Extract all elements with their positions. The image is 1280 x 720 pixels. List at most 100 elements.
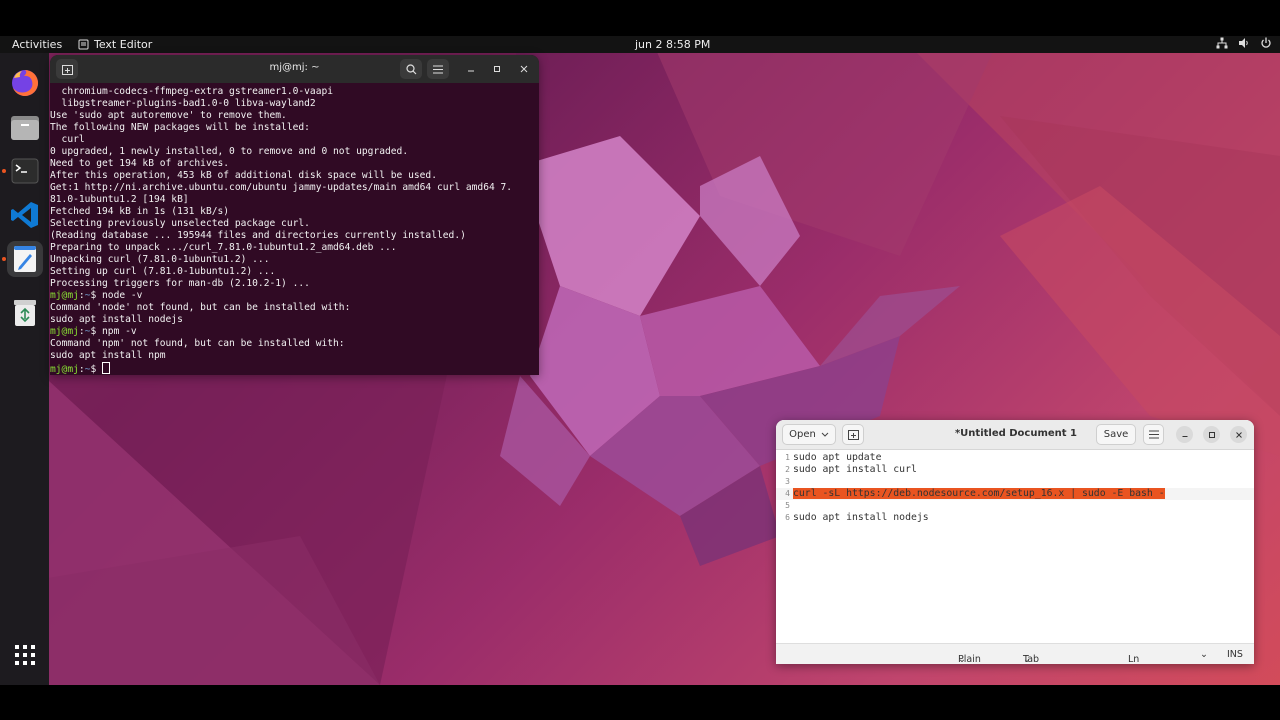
editor-minimize-button[interactable]: [1176, 426, 1193, 443]
terminal-command: npm -v: [102, 326, 137, 337]
network-icon: [1216, 37, 1228, 49]
terminal-line: mj@mj:~$ node -v: [50, 290, 539, 302]
vscode-icon: [11, 202, 38, 228]
editor-line[interactable]: 1 sudo apt update: [776, 452, 1254, 464]
open-button-label: Open: [789, 429, 816, 440]
terminal-line: Setting up curl (7.81.0-1ubuntu1.2) ...: [50, 266, 276, 277]
dock-firefox[interactable]: [7, 65, 43, 101]
terminal-prompt: mj@mj: [50, 364, 79, 375]
terminal-line: sudo apt install npm: [50, 350, 166, 361]
terminal-running-indicator: [2, 169, 6, 173]
position-chevron-down-icon[interactable]: ⌄: [1200, 649, 1208, 660]
trash-icon: [14, 300, 36, 326]
volume-icon: [1239, 38, 1248, 48]
close-icon: [520, 65, 528, 73]
terminal-line: Unpacking curl (7.81.0-1ubuntu1.2) ...: [50, 254, 270, 265]
editor-line[interactable]: 4 curl -sL https://deb.nodesource.com/set…: [776, 488, 1254, 500]
terminal-window[interactable]: mj@mj: ~ chromium-codecs-ffmpeg-extra gs…: [50, 55, 539, 375]
editor-close-button[interactable]: [1230, 426, 1247, 443]
line-number: 1: [785, 453, 790, 462]
files-icon: [11, 116, 39, 140]
editor-headerbar[interactable]: Open *Untitled Document 1 Save: [776, 420, 1254, 450]
app-menu[interactable]: Text Editor: [78, 38, 152, 51]
chevron-down-icon: ⌄: [958, 654, 966, 664]
line-number: 6: [785, 513, 790, 522]
terminal-icon: [11, 158, 39, 184]
terminal-titlebar[interactable]: mj@mj: ~: [50, 55, 539, 83]
insert-mode-indicator[interactable]: INS: [1227, 649, 1243, 660]
dock-terminal[interactable]: [7, 153, 43, 189]
editor-line[interactable]: 3: [776, 476, 1254, 488]
app-menu-label: Text Editor: [94, 38, 153, 51]
terminal-line: The following NEW packages will be insta…: [50, 122, 310, 133]
activities-button[interactable]: Activities: [12, 38, 62, 51]
terminal-maximize-button[interactable]: [486, 59, 508, 79]
maximize-icon: [1208, 431, 1215, 438]
terminal-search-button[interactable]: [400, 59, 422, 79]
editor-text-area[interactable]: 1 sudo apt update 2 sudo apt install curl 3 4…: [776, 450, 1254, 643]
hamburger-menu-icon: [433, 65, 443, 73]
terminal-line: Command 'node' not found, but can be ins…: [50, 302, 351, 313]
terminal-line: sudo apt install nodejs: [50, 314, 183, 325]
line-number: 3: [785, 477, 790, 486]
terminal-line: 0 upgraded, 1 newly installed, 0 to remo…: [50, 146, 409, 157]
terminal-minimize-button[interactable]: [460, 59, 482, 79]
show-apps-icon: [15, 645, 35, 665]
dock-trash[interactable]: [7, 295, 43, 331]
terminal-menu-button[interactable]: [427, 59, 449, 79]
terminal-line: libgstreamer-plugins-bad1.0-0 libva-wayl…: [50, 98, 316, 109]
terminal-close-button[interactable]: [513, 59, 535, 79]
dock-vscode[interactable]: [7, 197, 43, 233]
new-document-button[interactable]: [842, 424, 864, 445]
terminal-line: mj@mj:~$: [50, 362, 539, 375]
terminal-line: curl: [50, 134, 85, 145]
terminal-command: node -v: [102, 290, 143, 301]
minimize-icon: [1182, 435, 1187, 437]
prompt-symbol: $: [90, 326, 103, 337]
line-number: 4: [785, 489, 790, 498]
terminal-line: 81.0-1ubuntu1.2 [194 kB]: [50, 194, 189, 205]
terminal-prompt: mj@mj: [50, 290, 79, 301]
letterbox-bottom: [0, 685, 1280, 720]
text-editor-small-icon: [78, 39, 89, 50]
minimize-icon: [468, 70, 474, 72]
dock-files[interactable]: [7, 109, 43, 145]
editor-line[interactable]: 2 sudo apt install curl: [776, 464, 1254, 476]
power-icon: [1261, 37, 1271, 48]
clock[interactable]: jun 2 8:58 PM: [635, 38, 710, 51]
search-icon: [405, 63, 416, 74]
text-editor-icon: [14, 246, 36, 272]
maximize-icon: [494, 66, 500, 72]
terminal-line: (Reading database ... 195944 files and d…: [50, 230, 466, 241]
terminal-line: Get:1 http://ni.archive.ubuntu.com/ubunt…: [50, 182, 513, 193]
editor-line[interactable]: 6 sudo apt install nodejs: [776, 512, 1254, 524]
text-editor-window[interactable]: Open *Untitled Document 1 Save 1 sudo apt…: [776, 420, 1254, 664]
firefox-icon: [12, 70, 38, 96]
terminal-line: mj@mj:~$ npm -v: [50, 326, 539, 338]
terminal-line: Fetched 194 kB in 1s (131 kB/s): [50, 206, 230, 217]
terminal-prompt: mj@mj: [50, 326, 79, 337]
line-text: sudo apt install curl: [793, 464, 917, 475]
editor-menu-button[interactable]: [1143, 424, 1164, 445]
terminal-cursor: [102, 362, 111, 374]
line-number: 2: [785, 465, 790, 474]
prompt-symbol: $: [90, 364, 103, 375]
terminal-output[interactable]: chromium-codecs-ffmpeg-extra gstreamer1.…: [50, 84, 539, 375]
show-apps-button[interactable]: [9, 639, 41, 671]
hamburger-menu-icon: [1148, 430, 1159, 439]
terminal-line: Selecting previously unselected package …: [50, 218, 310, 229]
editor-line[interactable]: 5: [776, 500, 1254, 512]
save-button[interactable]: Save: [1096, 424, 1136, 445]
system-tray[interactable]: [1216, 37, 1272, 49]
terminal-line: Preparing to unpack .../curl_7.81.0-1ubu…: [50, 242, 397, 253]
editor-maximize-button[interactable]: [1203, 426, 1220, 443]
terminal-line: Use 'sudo apt autoremove' to remove them…: [50, 110, 287, 121]
document-title: *Untitled Document 1: [954, 428, 1078, 439]
line-text: sudo apt install nodejs: [793, 512, 929, 523]
dock: [0, 53, 49, 685]
dock-text-editor[interactable]: [7, 241, 43, 277]
top-bar: Activities Text Editor jun 2 8:58 PM: [0, 36, 1280, 53]
open-button[interactable]: Open: [782, 424, 836, 445]
cursor-position-label: Ln 4, Col 1: [1128, 654, 1140, 664]
prompt-symbol: $: [90, 290, 103, 301]
